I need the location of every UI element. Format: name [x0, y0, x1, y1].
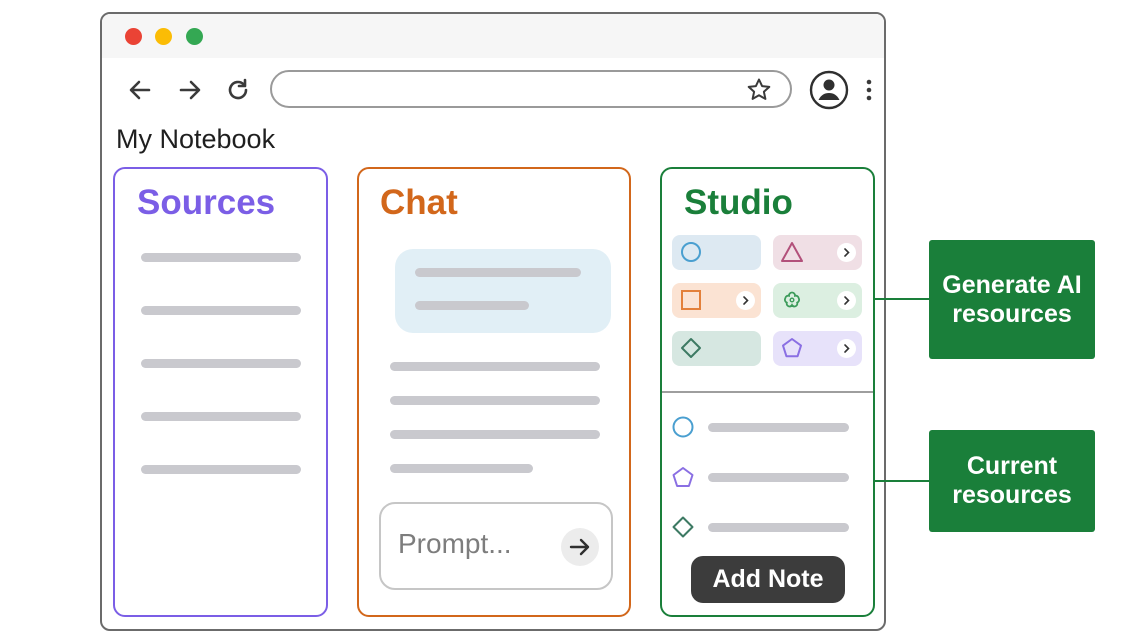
studio-tile-circle[interactable]: [672, 235, 761, 270]
studio-tile-flower[interactable]: [773, 283, 862, 318]
bookmark-star-icon[interactable]: [746, 77, 772, 103]
circle-icon: [680, 241, 702, 263]
user-message-bubble: [395, 249, 611, 333]
back-arrow-icon[interactable]: [126, 76, 154, 104]
response-text-line: [390, 362, 600, 371]
studio-panel: Studio Add Note: [660, 167, 875, 617]
more-menu-icon[interactable]: [860, 76, 878, 104]
send-arrow-icon: [569, 538, 590, 556]
current-resources-callout: Current resources: [929, 430, 1095, 532]
studio-panel-title: Studio: [684, 183, 793, 222]
browser-chrome: [102, 14, 884, 120]
diamond-icon: [671, 515, 695, 539]
response-text-line: [390, 464, 533, 473]
diamond-icon: [680, 337, 702, 359]
profile-avatar-icon[interactable]: [809, 70, 849, 110]
response-text-line: [390, 396, 600, 405]
source-item[interactable]: [141, 253, 301, 262]
source-item[interactable]: [141, 412, 301, 421]
sources-panel: Sources: [113, 167, 328, 617]
message-text-line: [415, 301, 529, 310]
reload-icon[interactable]: [224, 76, 252, 104]
prompt-input[interactable]: Prompt...: [379, 502, 613, 590]
message-text-line: [415, 268, 581, 277]
chevron-right-icon[interactable]: [736, 291, 755, 310]
send-button[interactable]: [561, 528, 599, 566]
studio-tile-pentagon[interactable]: [773, 331, 862, 366]
triangle-icon: [781, 241, 803, 263]
resource-item[interactable]: [708, 473, 849, 482]
add-note-button[interactable]: Add Note: [691, 556, 845, 603]
forward-arrow-icon[interactable]: [176, 76, 204, 104]
chevron-right-icon[interactable]: [837, 243, 856, 262]
chat-panel: Chat Prompt...: [357, 167, 631, 617]
resource-item[interactable]: [708, 523, 849, 532]
browser-toolbar: [102, 58, 884, 120]
source-item[interactable]: [141, 359, 301, 368]
notebook-title: My Notebook: [116, 124, 276, 154]
sources-panel-title: Sources: [137, 183, 276, 222]
chevron-right-icon[interactable]: [837, 339, 856, 358]
diagram-canvas: My Notebook Sources Chat Prompt... Studi…: [0, 0, 1138, 640]
studio-tile-square[interactable]: [672, 283, 761, 318]
generate-callout-connector: [873, 298, 930, 300]
current-callout-connector: [873, 480, 930, 482]
minimize-window-button[interactable]: [155, 28, 172, 45]
source-item[interactable]: [141, 465, 301, 474]
generate-ai-resources-callout: Generate AI resources: [929, 240, 1095, 359]
pentagon-icon: [671, 465, 695, 489]
chat-panel-title: Chat: [380, 183, 458, 222]
response-text-line: [390, 430, 600, 439]
maximize-window-button[interactable]: [186, 28, 203, 45]
resource-item[interactable]: [708, 423, 849, 432]
circle-icon: [671, 415, 695, 439]
studio-tile-triangle[interactable]: [773, 235, 862, 270]
studio-tile-diamond[interactable]: [672, 331, 761, 366]
prompt-placeholder: Prompt...: [398, 528, 512, 559]
square-icon: [680, 289, 702, 311]
studio-divider: [662, 391, 873, 393]
browser-window: My Notebook Sources Chat Prompt... Studi…: [100, 12, 886, 631]
close-window-button[interactable]: [125, 28, 142, 45]
pentagon-icon: [781, 337, 803, 359]
source-item[interactable]: [141, 306, 301, 315]
address-bar[interactable]: [270, 70, 792, 108]
flower-icon: [781, 289, 803, 311]
chevron-right-icon[interactable]: [837, 291, 856, 310]
